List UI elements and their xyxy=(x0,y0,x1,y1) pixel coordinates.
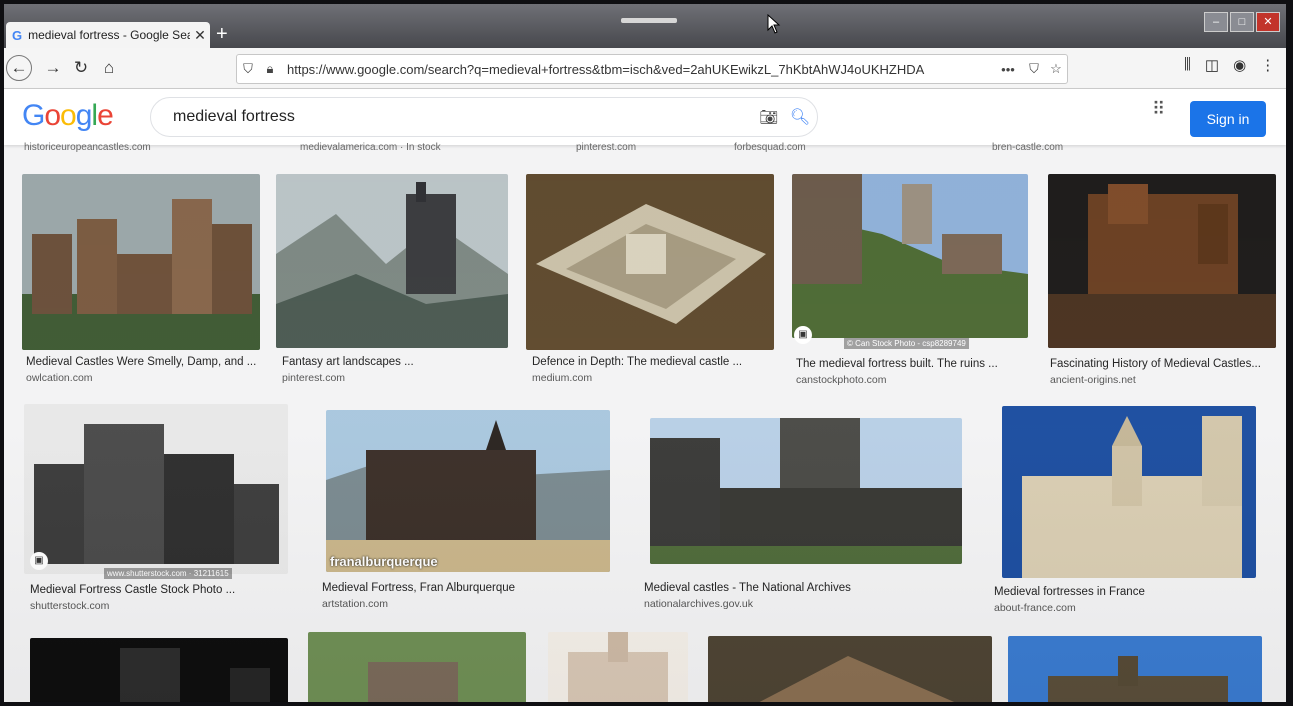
image-watermark: © Can Stock Photo - csp8289749 xyxy=(844,338,969,349)
library-icon[interactable]: ⫼ xyxy=(1184,56,1191,74)
prev-row-source: pinterest.com xyxy=(576,142,637,153)
close-window-icon[interactable]: ✕ xyxy=(1256,12,1280,32)
castle-thumbnail[interactable] xyxy=(1048,174,1276,348)
result-source[interactable]: about-france.com xyxy=(994,602,1076,614)
google-logo[interactable]: Google xyxy=(22,99,114,133)
result-source[interactable]: shutterstock.com xyxy=(30,600,109,612)
forward-icon[interactable]: → xyxy=(40,56,66,80)
google-favicon-icon: G xyxy=(12,27,23,43)
castle-thumbnail[interactable] xyxy=(276,174,508,348)
result-caption[interactable]: Medieval castles - The National Archives xyxy=(644,582,964,594)
bookmark-star-icon[interactable]: ☆ xyxy=(1045,61,1067,77)
result-caption[interactable]: Medieval fortresses in France xyxy=(994,586,1254,598)
castle-thumbnail[interactable] xyxy=(548,632,688,702)
home-icon[interactable]: ⌂ xyxy=(96,56,122,80)
castle-thumbnail[interactable] xyxy=(22,174,260,350)
pocket-icon[interactable]: ⛉ xyxy=(1023,61,1045,77)
castle-thumbnail[interactable] xyxy=(650,418,962,564)
tab-close-button[interactable]: ✕ xyxy=(190,27,210,44)
window-controls: – □ ✕ xyxy=(1204,12,1280,32)
shield-icon[interactable]: ⛉ xyxy=(237,61,259,77)
stock-image-icon: ▣ xyxy=(30,552,48,570)
navigation-toolbar: ← → ↻ ⌂ ⛉ 🔒︎ https://www.google.com/sear… xyxy=(4,48,1286,89)
result-source[interactable]: owlcation.com xyxy=(26,372,93,384)
result-caption[interactable]: Fascinating History of Medieval Castles.… xyxy=(1050,358,1274,370)
result-caption[interactable]: Medieval Fortress, Fran Alburquerque xyxy=(322,582,608,594)
sidebar-icon[interactable]: ◫ xyxy=(1205,56,1219,74)
result-caption[interactable]: Defence in Depth: The medieval castle ..… xyxy=(532,356,772,368)
page-actions-icon[interactable]: ••• xyxy=(993,62,1023,77)
result-source[interactable]: artstation.com xyxy=(322,598,388,610)
menu-icon[interactable]: ⋮ xyxy=(1260,56,1275,74)
result-source[interactable]: canstockphoto.com xyxy=(796,374,886,386)
mouse-cursor-icon xyxy=(767,13,781,39)
castle-thumbnail[interactable] xyxy=(30,638,288,702)
window-drag-handle[interactable] xyxy=(621,18,677,23)
result-caption[interactable]: The medieval fortress built. The ruins .… xyxy=(796,358,1032,370)
result-source[interactable]: medium.com xyxy=(532,372,592,384)
image-watermark: www.shutterstock.com · 31211615 xyxy=(104,568,232,579)
reload-icon[interactable]: ↻ xyxy=(68,56,94,80)
prev-row-source: forbesquad.com xyxy=(734,142,806,153)
result-caption[interactable]: Medieval Castles Were Smelly, Damp, and … xyxy=(26,356,262,368)
prev-row-source: historiceuropeancastles.com xyxy=(24,142,151,153)
search-input[interactable]: medieval fortress xyxy=(151,108,755,126)
camera-search-icon[interactable]: 📷︎ xyxy=(755,108,783,126)
castle-thumbnail[interactable] xyxy=(708,636,992,702)
castle-thumbnail[interactable] xyxy=(792,174,1028,338)
result-caption[interactable]: Medieval Fortress Castle Stock Photo ... xyxy=(30,584,290,596)
url-text[interactable]: https://www.google.com/search?q=medieval… xyxy=(287,62,993,77)
tab-title: medieval fortress - Google Sear xyxy=(28,28,190,42)
back-icon[interactable]: ← xyxy=(6,55,32,81)
sign-in-button[interactable]: Sign in xyxy=(1190,101,1266,137)
image-watermark: franalburquerque xyxy=(330,554,438,569)
monitor-screen: G medieval fortress - Google Sear ✕ + – … xyxy=(4,4,1286,702)
search-icon[interactable]: 🔍︎ xyxy=(783,107,817,127)
castle-thumbnail[interactable] xyxy=(24,404,288,574)
result-source[interactable]: nationalarchives.gov.uk xyxy=(644,598,753,610)
result-caption[interactable]: Fantasy art landscapes ... xyxy=(282,356,512,368)
minimize-icon[interactable]: – xyxy=(1204,12,1228,32)
toolbar-right: ⫼ ◫ ◉ ⋮ xyxy=(1184,56,1275,74)
castle-thumbnail[interactable] xyxy=(1008,636,1262,702)
castle-thumbnail[interactable] xyxy=(1002,406,1256,578)
google-header: Google medieval fortress 📷︎ 🔍︎ ⠿ Sign in xyxy=(4,89,1286,145)
account-icon[interactable]: ◉ xyxy=(1233,56,1246,74)
google-apps-icon[interactable]: ⠿ xyxy=(1152,100,1165,118)
tab-bar: G medieval fortress - Google Sear ✕ + – … xyxy=(4,4,1286,48)
maximize-icon[interactable]: □ xyxy=(1230,12,1254,32)
browser-tab[interactable]: G medieval fortress - Google Sear ✕ xyxy=(6,22,210,48)
castle-thumbnail[interactable] xyxy=(308,632,526,702)
castle-thumbnail[interactable] xyxy=(526,174,774,350)
search-box[interactable]: medieval fortress 📷︎ 🔍︎ xyxy=(150,97,818,137)
result-source[interactable]: ancient-origins.net xyxy=(1050,374,1136,386)
castle-thumbnail[interactable] xyxy=(326,410,610,572)
prev-row-source: medievalamerica.com · In stock xyxy=(300,142,441,153)
stock-image-icon: ▣ xyxy=(794,326,812,344)
address-bar[interactable]: ⛉ 🔒︎ https://www.google.com/search?q=med… xyxy=(236,54,1068,84)
new-tab-button[interactable]: + xyxy=(216,22,228,46)
lock-icon[interactable]: 🔒︎ xyxy=(259,61,281,77)
prev-row-source: bren-castle.com xyxy=(992,142,1064,153)
result-source[interactable]: pinterest.com xyxy=(282,372,345,384)
